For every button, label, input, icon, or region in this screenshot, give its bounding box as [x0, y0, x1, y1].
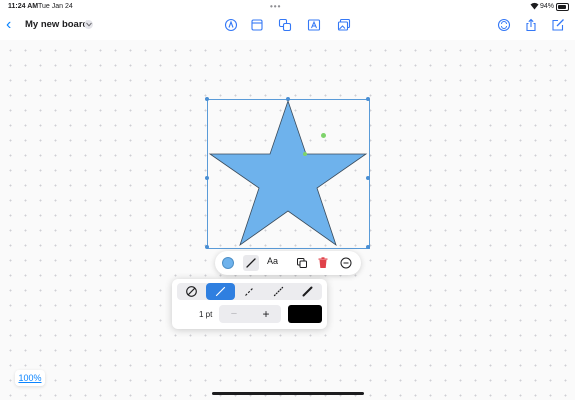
status-date: Tue Jan 24: [38, 3, 73, 10]
chevron-down-icon[interactable]: [84, 20, 93, 29]
stroke-options-panel: 1 pt − +: [172, 279, 327, 329]
shape-adjust-handle[interactable]: [321, 133, 326, 138]
chevron-left-icon[interactable]: ‹: [6, 17, 11, 33]
fill-color-button[interactable]: [222, 257, 234, 269]
stroke-none-option[interactable]: [177, 283, 206, 300]
toolbar: ‹ My new board: [0, 14, 575, 40]
stroke-brush-option[interactable]: [293, 283, 322, 300]
stroke-style-button[interactable]: [243, 255, 259, 271]
board-title[interactable]: My new board: [25, 19, 88, 30]
shapes-icon[interactable]: [278, 18, 292, 32]
stroke-width-label: 1 pt: [199, 310, 213, 319]
shape-format-bar: Aa: [215, 251, 361, 275]
new-board-icon[interactable]: [551, 18, 565, 32]
photo-icon[interactable]: [337, 18, 351, 32]
status-time: 11:24 AM: [8, 3, 39, 10]
trash-icon[interactable]: [315, 255, 331, 271]
decrease-width-button[interactable]: −: [219, 305, 249, 323]
zoom-level-button[interactable]: 100%: [15, 370, 45, 386]
duplicate-icon[interactable]: [294, 255, 310, 271]
stroke-style-selector: [177, 283, 322, 300]
multitasking-icon[interactable]: •••: [270, 2, 281, 11]
collaborate-icon[interactable]: [497, 18, 511, 32]
shape-adjust-handle[interactable]: [303, 152, 307, 156]
text-style-button[interactable]: Aa: [267, 256, 278, 266]
text-box-icon[interactable]: [307, 18, 321, 32]
stroke-solid-option[interactable]: [206, 283, 235, 300]
star-shape[interactable]: [208, 100, 368, 247]
share-icon[interactable]: [524, 18, 538, 32]
battery-percent: 94%: [540, 3, 555, 10]
sticky-note-icon[interactable]: [250, 18, 264, 32]
battery-icon: [556, 3, 569, 11]
wifi-icon: [530, 2, 539, 12]
stroke-color-swatch[interactable]: [288, 305, 322, 323]
stroke-width-stepper: − +: [219, 305, 281, 323]
more-options-icon[interactable]: [338, 255, 354, 271]
pen-tool-icon[interactable]: [224, 18, 238, 32]
stroke-dashed-option[interactable]: [235, 283, 264, 300]
home-indicator[interactable]: [212, 392, 364, 395]
status-bar: 11:24 AM Tue Jan 24 ••• 94%: [0, 0, 575, 14]
stroke-dotted-option[interactable]: [264, 283, 293, 300]
increase-width-button[interactable]: +: [251, 305, 281, 323]
